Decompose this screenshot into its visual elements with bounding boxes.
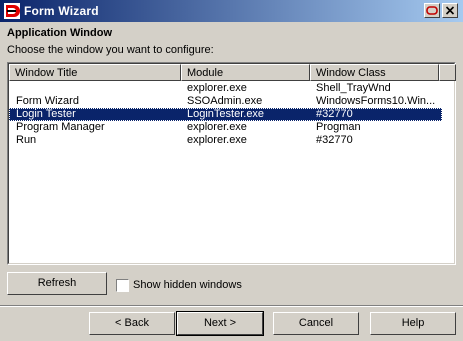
divider-highlight (0, 306, 463, 307)
cancel-button[interactable]: Cancel (273, 312, 359, 335)
cell-window-class: #32770 (316, 108, 353, 120)
table-row-selected[interactable]: Login Tester LoginTester.exe #32770 (9, 108, 442, 121)
show-hidden-checkbox[interactable] (116, 279, 129, 292)
help-button[interactable]: Help (370, 312, 456, 335)
window-list[interactable]: Window Title Module Window Class explore… (7, 62, 456, 265)
next-button[interactable]: Next > (176, 311, 264, 336)
window-title: Form Wizard (24, 4, 99, 18)
cell-module: explorer.exe (187, 121, 247, 133)
table-row[interactable]: Program Manager explorer.exe Progman (9, 121, 442, 134)
cell-window-class: Shell_TrayWnd (316, 82, 391, 94)
refresh-button[interactable]: Refresh (7, 272, 107, 295)
cell-window-title: Login Tester (16, 108, 76, 120)
restore-button[interactable] (424, 3, 440, 18)
cell-module: explorer.exe (187, 82, 247, 94)
app-logo-icon (4, 3, 20, 19)
cell-window-title: Form Wizard (16, 95, 79, 107)
close-button[interactable] (442, 3, 458, 18)
show-hidden-label: Show hidden windows (133, 279, 242, 291)
table-row[interactable]: Run explorer.exe #32770 (9, 134, 442, 147)
column-header-window-title[interactable]: Window Title (9, 64, 181, 81)
column-header-module[interactable]: Module (181, 64, 310, 81)
section-subtitle: Choose the window you want to configure: (7, 44, 214, 56)
cell-window-title: Run (16, 134, 37, 146)
title-bar[interactable]: Form Wizard (0, 0, 463, 22)
section-title: Application Window (7, 27, 112, 39)
column-header-filler (439, 64, 456, 81)
back-button[interactable]: < Back (89, 312, 175, 335)
cell-window-title: Program Manager (16, 121, 105, 133)
cell-window-class: WindowsForms10.Win... (316, 95, 436, 107)
cell-window-class: #32770 (316, 134, 353, 146)
cell-window-class: Progman (316, 121, 361, 133)
cell-module: explorer.exe (187, 134, 247, 146)
table-row[interactable]: Form Wizard SSOAdmin.exe WindowsForms10.… (9, 95, 442, 108)
cell-module: SSOAdmin.exe (187, 95, 263, 107)
table-row[interactable]: explorer.exe Shell_TrayWnd (9, 82, 442, 95)
column-header-window-class[interactable]: Window Class (310, 64, 439, 81)
cell-module: LoginTester.exe (187, 108, 265, 120)
